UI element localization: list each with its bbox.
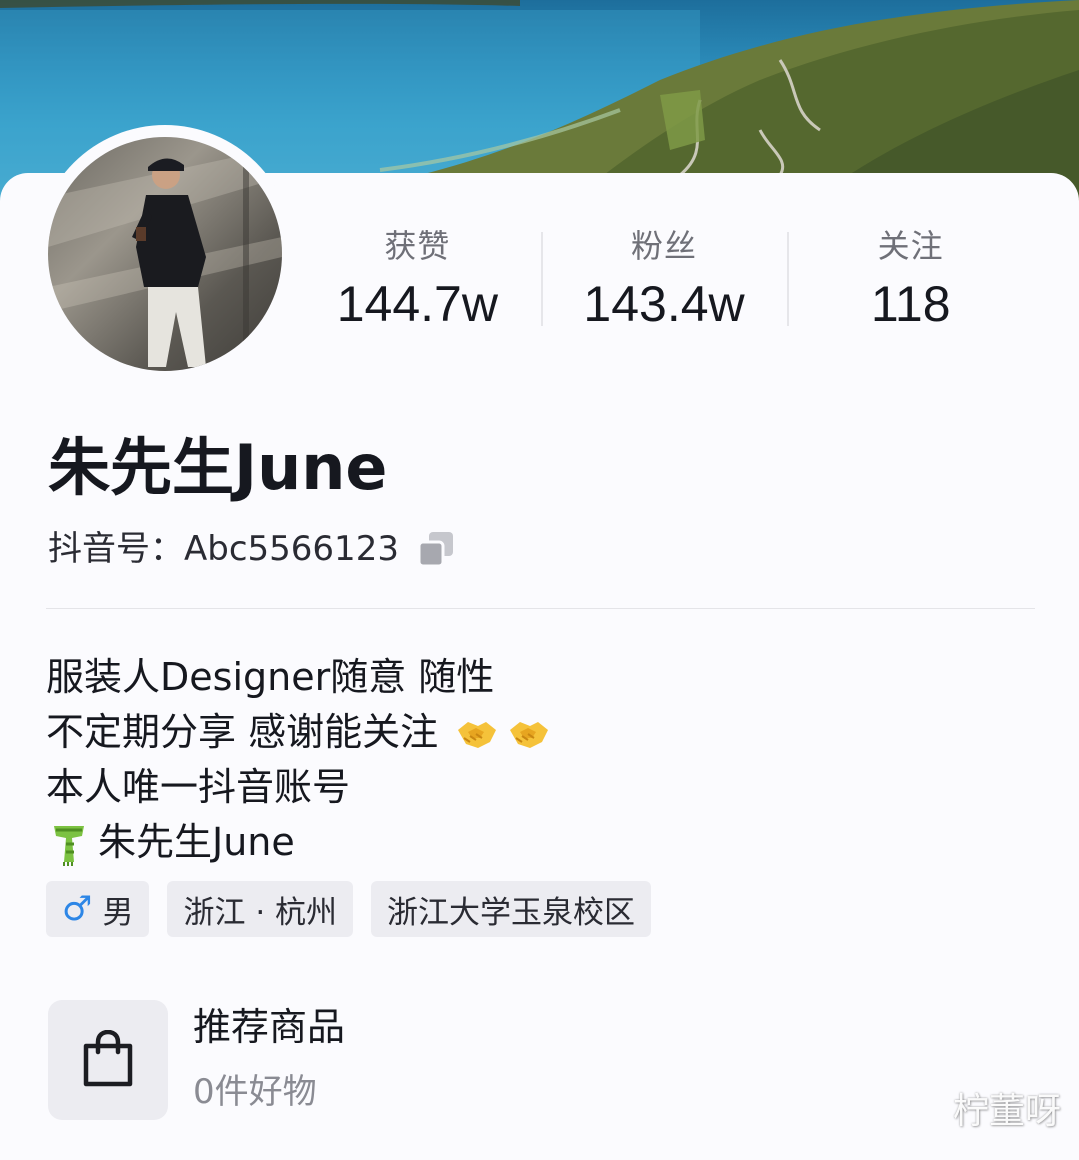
profile-tags: ♂ 男 浙江 · 杭州 浙江大学玉泉校区 bbox=[46, 881, 652, 937]
stat-value: 144.7w bbox=[336, 276, 498, 332]
douyin-id-text: 抖音号：Abc5566123 bbox=[48, 529, 399, 569]
copy-icon[interactable] bbox=[417, 530, 455, 568]
stats-bar: 获赞 144.7w 粉丝 143.4w 关注 118 bbox=[294, 222, 1034, 332]
bio-text: 朱先生June bbox=[98, 820, 295, 864]
bio-line: 本人唯一抖音账号 bbox=[46, 760, 1026, 815]
school-tag[interactable]: 浙江大学玉泉校区 bbox=[371, 881, 652, 937]
goods-icon-box bbox=[48, 1000, 168, 1120]
stat-label: 关注 bbox=[877, 227, 944, 265]
profile-name: 朱先生June bbox=[48, 431, 388, 504]
bio-text: 服装人Designer随意 随性 bbox=[46, 655, 495, 699]
stat-followers[interactable]: 粉丝 143.4w bbox=[540, 222, 788, 332]
goods-count: 0件好物 bbox=[193, 1072, 317, 1112]
douyin-id-row: 抖音号：Abc5566123 bbox=[48, 526, 455, 572]
stat-likes[interactable]: 获赞 144.7w bbox=[294, 222, 541, 332]
stat-value: 143.4w bbox=[583, 276, 745, 332]
profile-page: 获赞 144.7w 粉丝 143.4w 关注 118 朱先生June 抖音号：A… bbox=[0, 0, 1079, 1160]
stat-value: 118 bbox=[870, 276, 951, 332]
gender-label: 男 bbox=[102, 894, 134, 931]
handshake-emoji-icon bbox=[454, 710, 500, 756]
scarf-emoji-icon bbox=[46, 820, 92, 866]
shopping-bag-icon bbox=[83, 1030, 133, 1087]
location-tag[interactable]: 浙江 · 杭州 bbox=[167, 881, 354, 937]
stat-label: 粉丝 bbox=[631, 227, 698, 265]
gender-tag[interactable]: ♂ 男 bbox=[46, 881, 150, 937]
bio-line: 不定期分享 感谢能关注 bbox=[46, 705, 1026, 760]
recommended-goods-entry[interactable]: 推荐商品 0件好物 bbox=[48, 1000, 568, 1120]
divider bbox=[46, 608, 1035, 609]
avatar[interactable] bbox=[48, 137, 282, 371]
watermark: 柠董呀 bbox=[952, 1091, 1061, 1132]
bio-line: 朱先生June bbox=[46, 815, 1026, 870]
bio-text: 不定期分享 感谢能关注 bbox=[46, 710, 439, 754]
handshake-emoji-icon bbox=[506, 710, 552, 756]
goods-title: 推荐商品 bbox=[193, 1005, 346, 1049]
bio-text: 本人唯一抖音账号 bbox=[46, 765, 351, 809]
bio: 服装人Designer随意 随性 不定期分享 感谢能关注 本人唯一抖音账号 朱先… bbox=[46, 650, 1026, 870]
bio-line: 服装人Designer随意 随性 bbox=[46, 650, 1026, 705]
stat-following[interactable]: 关注 118 bbox=[787, 222, 1034, 332]
goods-text: 推荐商品 0件好物 bbox=[193, 1000, 345, 1120]
stat-label: 获赞 bbox=[384, 227, 451, 265]
male-icon: ♂ bbox=[62, 889, 93, 929]
